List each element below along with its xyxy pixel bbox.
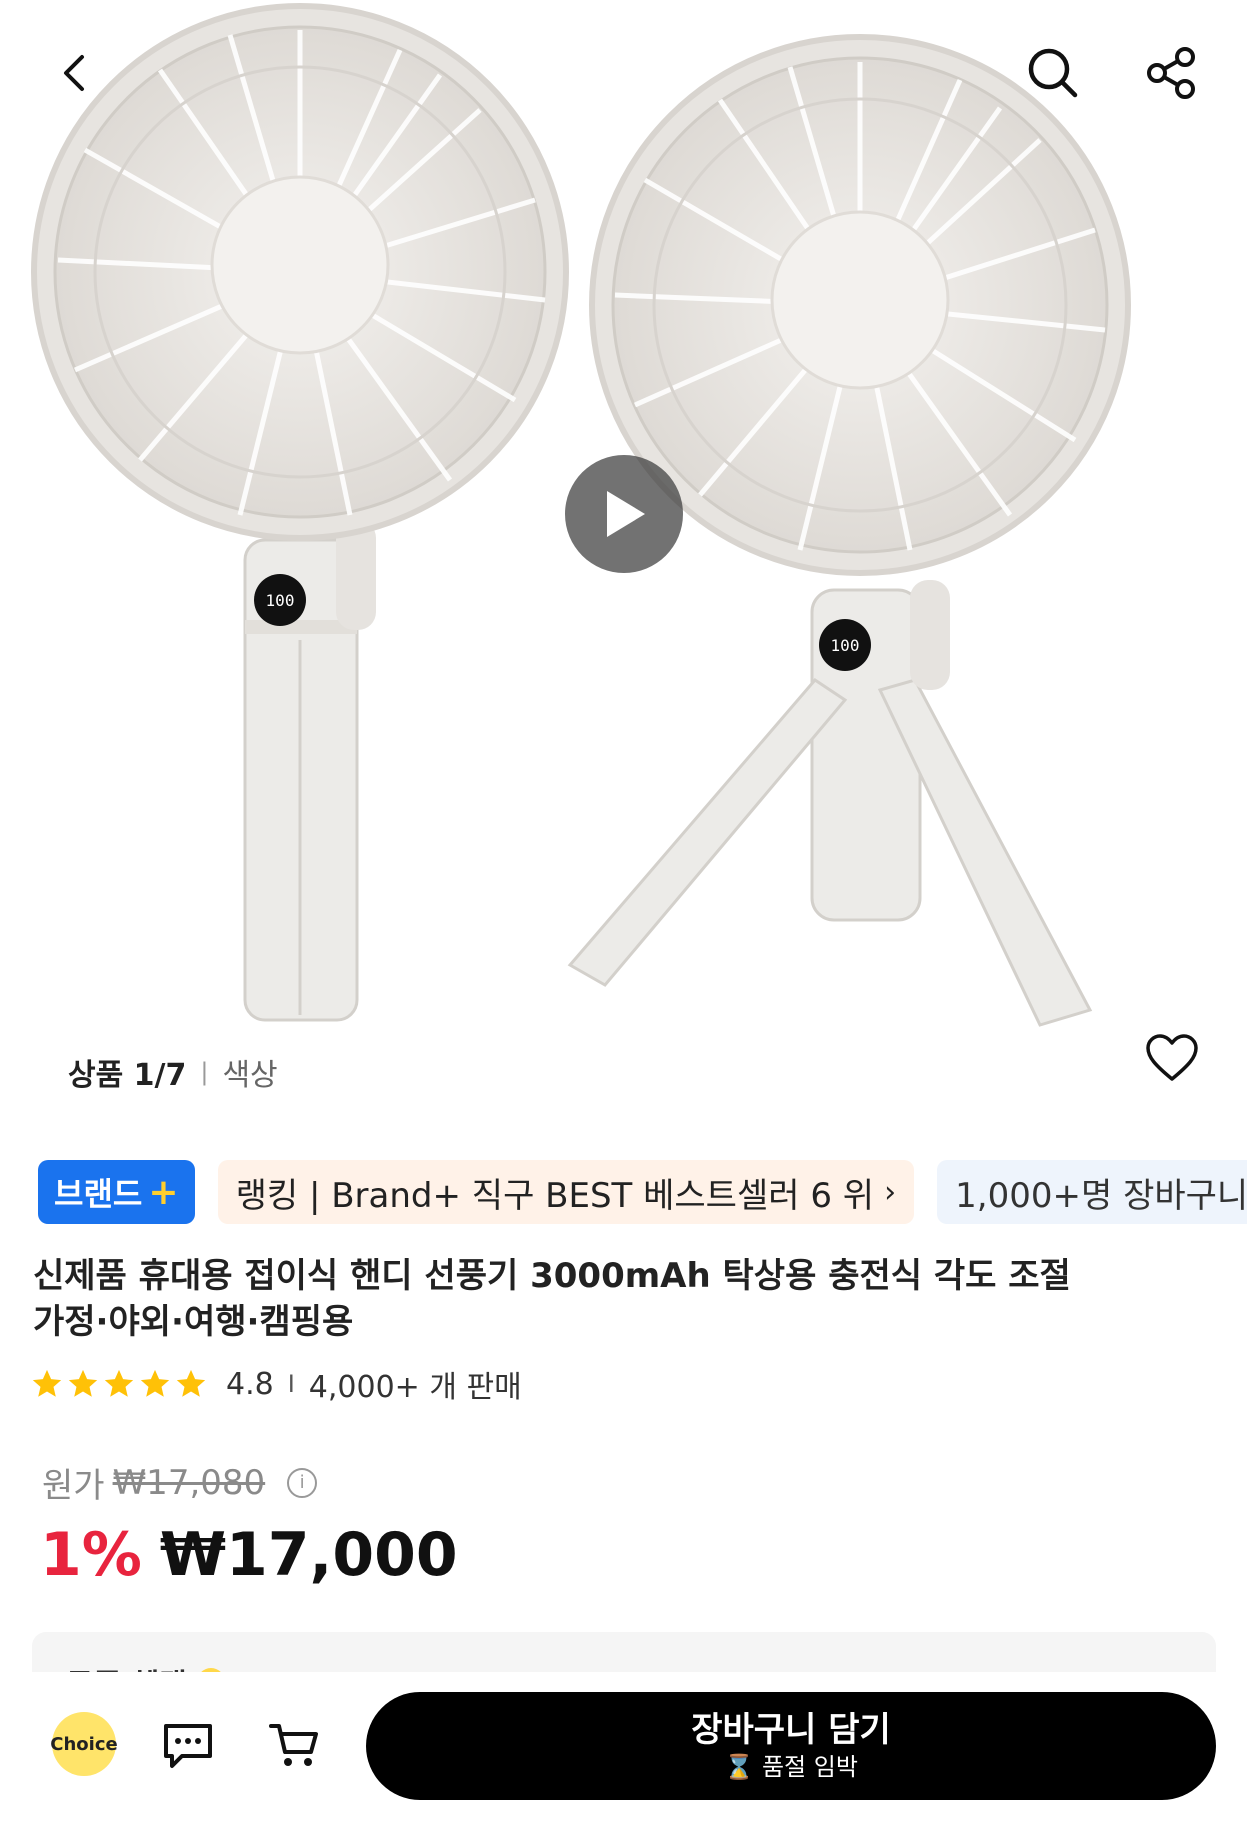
current-price: 1% ₩17,000 <box>40 1520 458 1590</box>
sale-price: ₩17,000 <box>159 1520 458 1590</box>
chat-icon <box>164 1724 212 1768</box>
star-icon <box>176 1369 206 1397</box>
wishlist-button[interactable] <box>1140 1028 1204 1088</box>
color-option-link[interactable]: 색상 <box>222 1050 277 1094</box>
info-icon[interactable]: i <box>287 1467 318 1498</box>
stock-warning: ⌛ 품절 임박 <box>724 1751 858 1783</box>
rating-separator: I <box>287 1370 295 1398</box>
back-icon <box>64 55 84 91</box>
star-icon <box>32 1369 62 1397</box>
star-icon <box>104 1369 134 1397</box>
star-icon <box>68 1369 98 1397</box>
stock-warning-label: 품절 임박 <box>761 1753 858 1781</box>
add-to-cart-label: 장바구니 담기 <box>691 1710 891 1750</box>
star-icon <box>140 1369 170 1397</box>
product-title-line2: 가정·야외·여행·캠핑용 <box>33 1302 354 1342</box>
cart-button[interactable] <box>268 1718 320 1770</box>
original-price: 원가 ₩17,080 i <box>42 1458 318 1507</box>
hourglass-icon: ⌛ <box>724 1753 754 1781</box>
original-price-amount: ₩17,080 <box>112 1462 266 1503</box>
search-icon <box>1028 48 1078 98</box>
product-image-gallery[interactable]: 100 100 <box>0 0 1247 1050</box>
share-button[interactable] <box>1138 40 1204 106</box>
play-video-button[interactable] <box>565 455 683 573</box>
plus-icon: + <box>148 1171 179 1213</box>
image-counter-current: 상품 1/7 <box>68 1058 187 1093</box>
rating-row[interactable]: 4.8 I 4,000+ 개 판매 <box>30 1362 522 1406</box>
add-to-cart-button[interactable]: 장바구니 담기 ⌛ 품절 임박 <box>366 1692 1216 1800</box>
choice-badge-button[interactable]: Choice <box>50 1712 118 1776</box>
svg-text:100: 100 <box>831 636 860 655</box>
cart-icon <box>269 1724 318 1766</box>
play-icon <box>607 491 645 537</box>
product-title-line1: 신제품 휴대용 접이식 핸디 선풍기 3000mAh 탁상용 충전식 각도 조절 <box>33 1256 1071 1296</box>
back-button[interactable] <box>45 45 101 101</box>
star-rating <box>30 1367 208 1401</box>
brand-badge-label: 브랜드 <box>54 1175 143 1213</box>
badge-row: 브랜드 + 랭킹 | Brand+ 직구 BEST 베스트셀러 6 위 › 1,… <box>38 1160 1247 1228</box>
counter-separator: | <box>200 1058 209 1086</box>
rating-value: 4.8 <box>226 1366 274 1402</box>
choice-label: Choice <box>50 1733 118 1755</box>
search-button[interactable] <box>1020 40 1086 106</box>
sold-count: 4,000+ 개 판매 <box>308 1370 522 1405</box>
chat-button[interactable] <box>160 1720 216 1772</box>
cart-count-label: 1,000+명 장바구니 추 <box>955 1175 1247 1216</box>
ranking-badge-label: 랭킹 | Brand+ 직구 BEST 베스트셀러 6 위 <box>235 1175 875 1216</box>
image-counter: 상품 1/7 | 색상 <box>68 1050 278 1094</box>
svg-text:100: 100 <box>266 591 295 610</box>
chevron-right-icon: › <box>884 1174 897 1210</box>
ranking-badge[interactable]: 랭킹 | Brand+ 직구 BEST 베스트셀러 6 위 › <box>217 1160 915 1224</box>
original-price-label: 원가 <box>42 1466 105 1506</box>
brand-plus-badge[interactable]: 브랜드 + <box>38 1160 195 1224</box>
discount-percent: 1% <box>40 1520 142 1590</box>
bottom-action-bar: Choice 장바구니 담기 ⌛ 품절 임박 <box>0 1672 1247 1824</box>
share-icon <box>1147 47 1195 99</box>
heart-icon <box>1146 1034 1198 1081</box>
cart-count-badge: 1,000+명 장바구니 추 <box>937 1160 1247 1224</box>
product-title: 신제품 휴대용 접이식 핸디 선풍기 3000mAh 탁상용 충전식 각도 조절… <box>33 1253 1213 1345</box>
